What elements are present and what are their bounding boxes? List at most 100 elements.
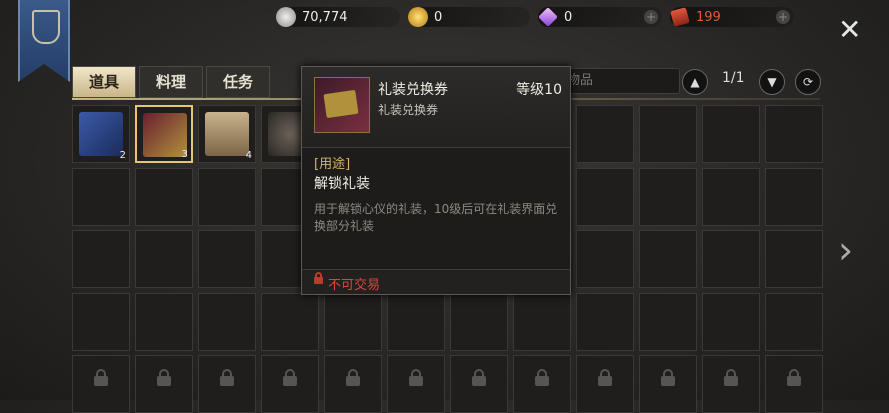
empty-slot[interactable] xyxy=(702,105,760,163)
search-input[interactable]: 物品 xyxy=(560,68,680,94)
item-count: 2 xyxy=(119,150,126,161)
silver-currency: 70,774 xyxy=(276,7,400,27)
empty-slot[interactable] xyxy=(639,167,697,226)
empty-slot[interactable] xyxy=(702,230,760,288)
inventory-slot-voucher-red[interactable]: 3 xyxy=(135,105,193,163)
next-page-arrow-icon[interactable]: › xyxy=(838,228,853,272)
locked-slot xyxy=(135,355,193,413)
empty-slot[interactable] xyxy=(72,292,130,351)
empty-slot[interactable] xyxy=(135,292,193,351)
diamond-value: 0 xyxy=(564,9,573,25)
ticket-icon xyxy=(670,7,690,27)
ticket-value: 199 xyxy=(696,9,721,25)
page-down-button[interactable]: ▼ xyxy=(759,69,785,95)
ticket-currency: 199 + xyxy=(670,7,794,27)
empty-slot[interactable] xyxy=(324,292,382,351)
item-description: 用于解锁心仪的礼装，10级后可在礼装界面兑换部分礼装 xyxy=(314,202,558,233)
inventory-tabs: 道具 料理 任务 xyxy=(72,66,273,98)
inventory-slot-backpack[interactable]: 4 xyxy=(198,105,256,163)
empty-slot[interactable] xyxy=(261,292,319,351)
silver-coin-icon xyxy=(276,7,296,27)
empty-slot[interactable] xyxy=(576,292,634,351)
empty-slot[interactable] xyxy=(765,292,823,351)
diamond-currency: 0 + xyxy=(538,7,662,27)
empty-slot[interactable] xyxy=(135,167,193,226)
locked-slot xyxy=(261,355,319,413)
empty-slot[interactable] xyxy=(702,167,760,226)
item-tooltip: 礼装兑换券 礼装兑换券 等级10 [用途] 解锁礼装 用于解锁心仪的礼装，10级… xyxy=(301,66,571,295)
refresh-button[interactable]: ⟳ xyxy=(795,69,821,95)
empty-slot[interactable] xyxy=(387,292,445,351)
empty-slot[interactable] xyxy=(639,292,697,351)
silver-value: 70,774 xyxy=(302,9,348,25)
empty-slot[interactable] xyxy=(576,105,634,163)
empty-slot[interactable] xyxy=(765,167,823,226)
locked-slot xyxy=(324,355,382,413)
add-diamond-button[interactable]: + xyxy=(644,10,658,24)
usage-title: 解锁礼装 xyxy=(314,176,370,192)
usage-label: [用途] xyxy=(314,157,351,172)
empty-slot[interactable] xyxy=(576,230,634,288)
empty-slot[interactable] xyxy=(639,105,697,163)
empty-slot[interactable] xyxy=(198,230,256,288)
lock-icon xyxy=(157,369,171,386)
add-ticket-button[interactable]: + xyxy=(776,10,790,24)
locked-slot xyxy=(198,355,256,413)
gold-coin-icon xyxy=(408,7,428,27)
item-subtitle: 礼装兑换券 xyxy=(378,103,439,117)
gold-value: 0 xyxy=(434,9,443,25)
gold-currency: 0 xyxy=(408,7,530,27)
lock-icon xyxy=(220,369,234,386)
lock-icon xyxy=(94,369,108,386)
lock-icon xyxy=(598,369,612,386)
lock-icon xyxy=(472,369,486,386)
empty-slot[interactable] xyxy=(639,230,697,288)
lock-icon xyxy=(724,369,738,386)
page-indicator: 1/1 xyxy=(722,70,745,86)
empty-slot[interactable] xyxy=(765,230,823,288)
item-level: 等级10 xyxy=(516,82,562,98)
tab-cooking[interactable]: 料理 xyxy=(139,66,203,98)
voucher-icon xyxy=(314,77,370,133)
empty-slot[interactable] xyxy=(198,292,256,351)
locked-slot xyxy=(513,355,571,413)
lock-icon xyxy=(787,369,801,386)
diamond-icon xyxy=(538,7,558,27)
locked-slot xyxy=(72,355,130,413)
tab-tasks[interactable]: 任务 xyxy=(206,66,270,98)
lock-icon xyxy=(409,369,423,386)
empty-slot[interactable] xyxy=(72,230,130,288)
untradable-label: 不可交易 xyxy=(328,278,381,293)
lock-icon xyxy=(346,369,360,386)
item-count: 3 xyxy=(181,149,188,160)
inventory-slot-ticket-blue[interactable]: 2 xyxy=(72,105,130,163)
page-up-button[interactable]: ▲ xyxy=(682,69,708,95)
empty-slot[interactable] xyxy=(513,292,571,351)
voucher-red-icon xyxy=(143,113,187,157)
locked-slot xyxy=(639,355,697,413)
item-count: 4 xyxy=(245,150,252,161)
guild-banner[interactable] xyxy=(18,0,70,82)
locked-slot xyxy=(387,355,445,413)
trade-status: 不可交易 xyxy=(302,269,570,294)
lock-icon xyxy=(535,369,549,386)
locked-slot xyxy=(702,355,760,413)
lock-icon xyxy=(661,369,675,386)
locked-slot xyxy=(576,355,634,413)
locked-slot xyxy=(765,355,823,413)
empty-slot[interactable] xyxy=(576,167,634,226)
emblem-icon xyxy=(32,10,60,44)
empty-slot[interactable] xyxy=(135,230,193,288)
item-name: 礼装兑换券 xyxy=(378,82,448,98)
empty-slot[interactable] xyxy=(702,292,760,351)
empty-slot[interactable] xyxy=(450,292,508,351)
close-icon[interactable]: ✕ xyxy=(838,16,861,44)
ticket-blue-icon xyxy=(79,112,123,156)
backpack-icon xyxy=(205,112,249,156)
tab-items[interactable]: 道具 xyxy=(72,66,136,98)
locked-slot xyxy=(450,355,508,413)
empty-slot[interactable] xyxy=(198,167,256,226)
empty-slot[interactable] xyxy=(72,167,130,226)
empty-slot[interactable] xyxy=(765,105,823,163)
lock-icon xyxy=(283,369,297,386)
